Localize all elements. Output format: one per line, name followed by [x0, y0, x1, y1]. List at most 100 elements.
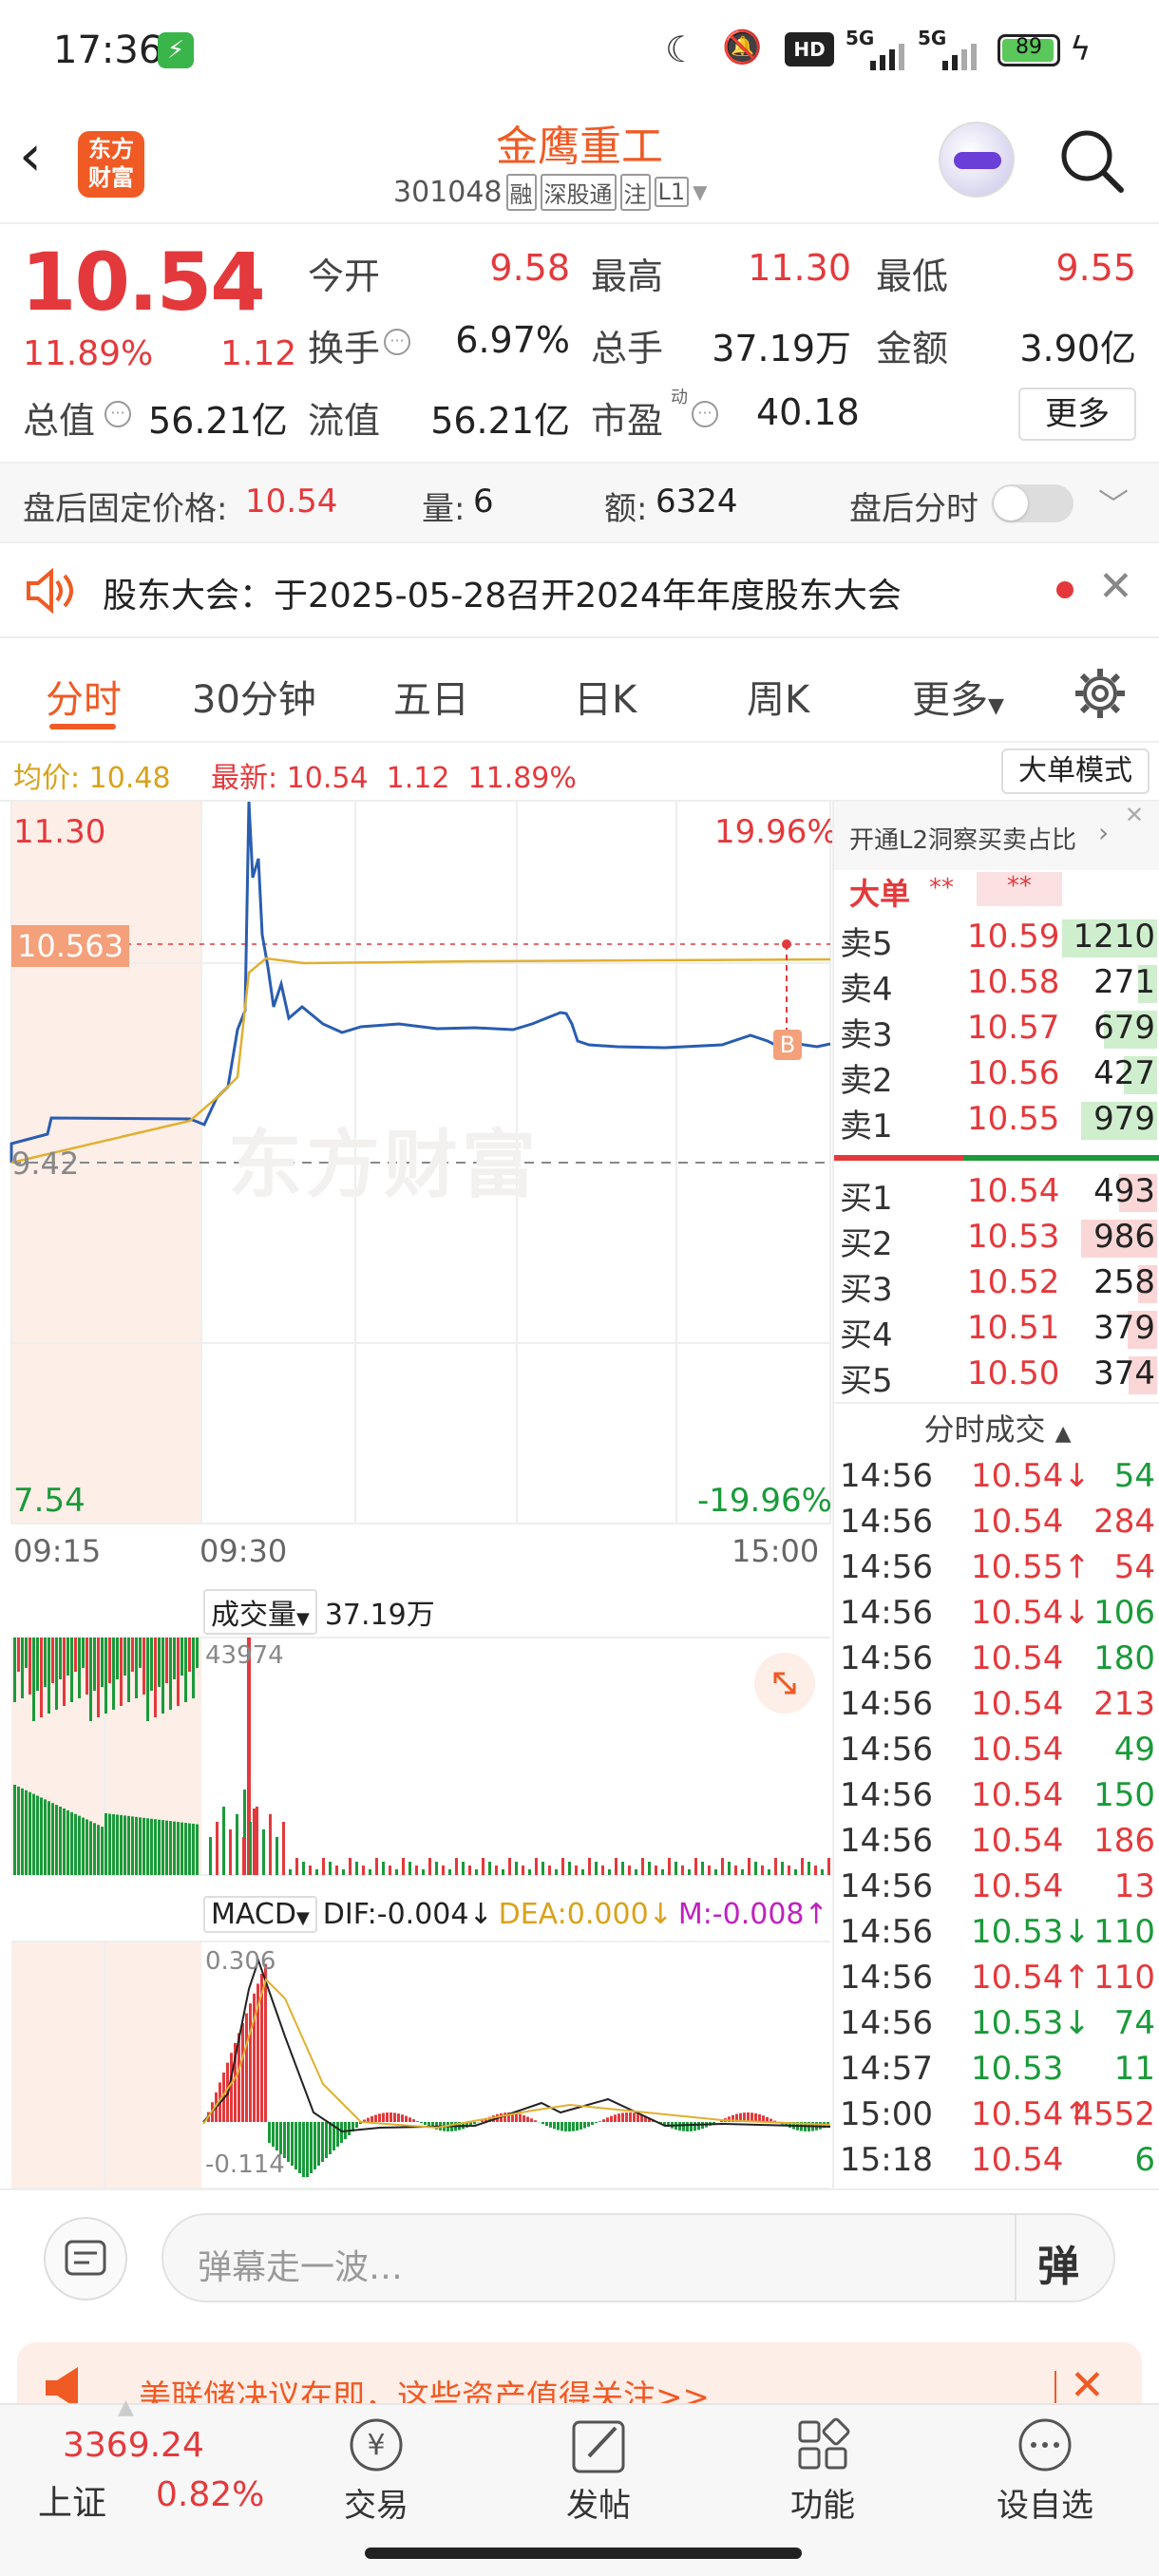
ask-volume: 271 — [1093, 963, 1155, 1001]
nav-trade-label: 交易 — [344, 2487, 408, 2525]
expand-icon[interactable] — [754, 1653, 815, 1714]
macd-dea-line — [202, 1978, 831, 2130]
volume-bar — [82, 1638, 85, 1668]
notice-bar[interactable]: 股东大会：于2025-05-28召开2024年年度股东大会 ✕ — [0, 543, 1159, 638]
tab-30min[interactable]: 30分钟 — [192, 669, 316, 724]
volume-bar — [561, 1858, 564, 1875]
macd-bar — [568, 2122, 571, 2131]
bid-row[interactable]: 买2 10.53 986 — [834, 1216, 1159, 1263]
volume-bar — [488, 1862, 491, 1875]
macd-bar — [291, 2122, 294, 2166]
volume-bar — [146, 1818, 149, 1875]
volume-bar — [51, 1638, 54, 1683]
index-value[interactable]: 3369.24 — [63, 2426, 204, 2465]
bottom-nav: ▲ 3369.24 上证 0.82% ¥ 交易 发帖 功能 设自选 — [0, 2396, 1159, 2576]
status-time: 17:36 — [53, 28, 163, 72]
after-chart-toggle[interactable] — [992, 484, 1074, 522]
tick-price: 10.54 — [971, 1731, 1064, 1769]
nav-post[interactable]: 发帖 — [551, 2415, 646, 2548]
macd-selector[interactable]: MACD▼ — [203, 1895, 317, 1933]
buy-marker[interactable]: B — [773, 1030, 802, 1060]
more-button[interactable]: 更多 — [1018, 388, 1136, 441]
macd-bar — [633, 2112, 636, 2122]
tab-weekly[interactable]: 周K — [747, 669, 809, 724]
volume-bar — [794, 1869, 797, 1875]
bid-row[interactable]: 买5 10.50 374 — [834, 1353, 1159, 1400]
stock-code-row[interactable]: 301048 融 深股通 注 L1 ▼ — [393, 171, 708, 213]
volume-bar — [236, 1814, 238, 1875]
macd-bar — [408, 2117, 411, 2122]
volume-bar — [641, 1858, 644, 1875]
info-icon[interactable]: ··· — [104, 401, 131, 427]
settings-gear-icon[interactable] — [1074, 667, 1127, 720]
l2-promo[interactable]: 开通L2洞察买卖占比 › ✕ — [834, 802, 1159, 870]
after-price-label: 盘后固定价格: — [23, 490, 228, 528]
volume-value: 37.19万 — [712, 328, 851, 369]
info-icon[interactable]: ··· — [384, 329, 410, 355]
tick-price: 10.54↓ — [971, 1457, 1091, 1495]
tick-price: 10.54 — [971, 1776, 1064, 1814]
chevron-down-icon[interactable]: ﹀ — [1098, 481, 1129, 524]
tab-daily[interactable]: 日K — [574, 669, 636, 724]
macd-bar — [549, 2122, 552, 2128]
volume-bar — [369, 1869, 371, 1875]
close-icon[interactable]: ✕ — [1125, 802, 1144, 828]
volume-bar — [139, 1638, 142, 1668]
tick-volume: 284 — [1093, 1503, 1155, 1541]
macd-bar — [302, 2122, 305, 2177]
volume-bar — [495, 1866, 498, 1875]
volume-bar — [309, 1866, 312, 1875]
bid-price: 10.54 — [967, 1172, 1060, 1210]
last-price: 10.54 — [21, 236, 266, 329]
ask-row[interactable]: 卖1 10.55 979 — [834, 1098, 1159, 1146]
tick-volume: 110 — [1093, 1913, 1155, 1951]
macd-bar — [241, 2023, 244, 2122]
volume-bar — [48, 1638, 50, 1714]
ask-price: 10.57 — [967, 1009, 1060, 1047]
tab-more[interactable]: 更多▼ — [912, 669, 1004, 724]
ask-row[interactable]: 卖3 10.57 679 — [834, 1007, 1159, 1054]
nav-post-label: 发帖 — [566, 2487, 631, 2525]
bid-row[interactable]: 买4 10.51 379 — [834, 1307, 1159, 1354]
close-icon[interactable]: ✕ — [1098, 562, 1133, 611]
volume-bar — [581, 1869, 584, 1875]
danmu-toggle-icon[interactable]: 弹 — [1037, 2232, 1079, 2293]
comment-list-icon[interactable] — [44, 2217, 127, 2301]
index-name[interactable]: 上证 — [38, 2475, 106, 2525]
macd-bottom: -0.114 — [205, 2150, 285, 2179]
volume-bar — [28, 1638, 31, 1695]
nav-add-watchlist[interactable]: 设自选 — [988, 2415, 1102, 2548]
ask-row[interactable]: 卖4 10.58 271 — [834, 961, 1159, 1009]
tab-intraday[interactable]: 分时 — [46, 669, 122, 724]
tab-5day[interactable]: 五日 — [393, 669, 469, 724]
index-pct[interactable]: 0.82% — [156, 2475, 264, 2514]
macd-bar — [526, 2116, 529, 2122]
danmu-input[interactable]: 弹幕走一波… 弹 — [162, 2213, 1115, 2302]
robot-assistant-icon[interactable] — [939, 122, 1015, 198]
ask-row[interactable]: 卖5 10.59 1210 — [834, 916, 1159, 963]
volume-bar — [32, 1638, 35, 1721]
tick-row: 14:56 10.54 150 — [834, 1774, 1159, 1820]
volume-selector[interactable]: 成交量▼ — [203, 1589, 317, 1635]
bid-row[interactable]: 买3 10.52 258 — [834, 1261, 1159, 1309]
time-close: 15:00 — [732, 1533, 820, 1569]
volume-bar — [101, 1638, 104, 1687]
volume-bar — [116, 1638, 119, 1679]
bid-row[interactable]: 买1 10.54 493 — [834, 1170, 1159, 1218]
macd-bar — [374, 2114, 377, 2122]
nav-functions[interactable]: 功能 — [775, 2415, 870, 2548]
nav-trade[interactable]: ¥ 交易 — [329, 2415, 424, 2548]
pe-sup: 动 — [671, 388, 688, 407]
ask-level: 卖1 — [840, 1108, 893, 1146]
search-icon[interactable] — [1056, 125, 1129, 198]
volume-bar — [25, 1790, 28, 1875]
macd-bar — [393, 2112, 396, 2122]
ask-row[interactable]: 卖2 10.56 427 — [834, 1052, 1159, 1100]
tick-time: 14:56 — [840, 1959, 933, 1997]
big-order-mode-button[interactable]: 大单模式 — [1001, 748, 1150, 794]
info-icon[interactable]: ··· — [692, 401, 718, 427]
volume-bar — [184, 1823, 187, 1875]
chart-area[interactable]: 东方财富 11.30 19.96% 10.563 9.42 7.54 -19.9… — [0, 802, 838, 2188]
caret-up-icon: ▲ — [1054, 1422, 1072, 1446]
ticks-title[interactable]: 分时成交 ▲ — [834, 1406, 1159, 1449]
